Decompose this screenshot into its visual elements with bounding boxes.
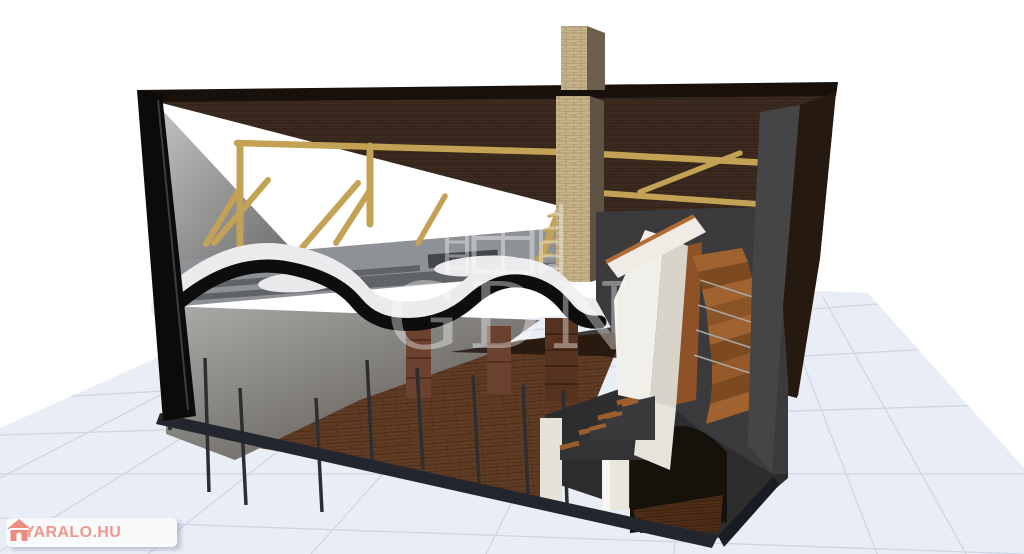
house-3d-render: GDN — [0, 0, 1024, 554]
house-icon — [6, 518, 32, 542]
cellar-white-wall — [540, 418, 562, 502]
gdn-watermark-text: GDN — [386, 263, 638, 370]
chimney-top — [561, 26, 587, 90]
screenshot-root: GDN NYARALO.HU — [0, 0, 1024, 554]
nyaralo-watermark-badge: NYARALO.HU — [6, 518, 177, 547]
